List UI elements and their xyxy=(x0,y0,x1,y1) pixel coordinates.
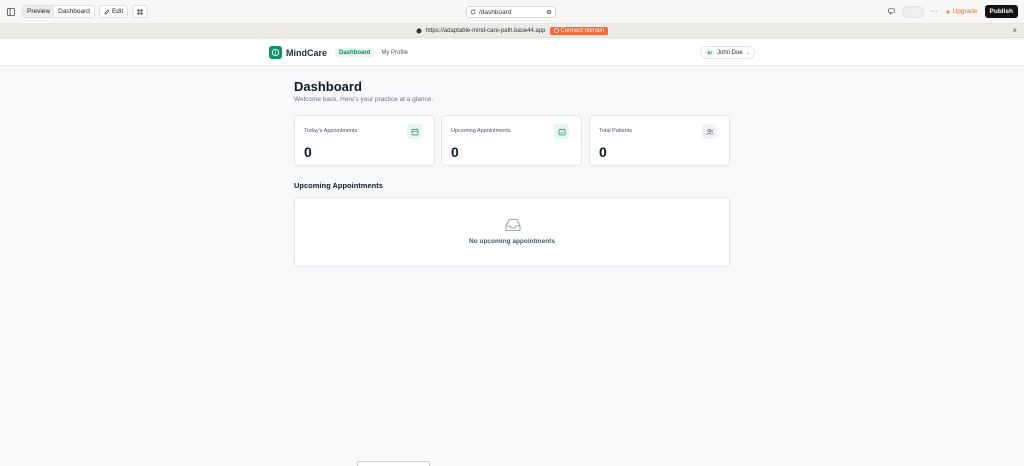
stat-card-upcoming: Upcoming Appointments 0 xyxy=(441,115,582,166)
app-url: https://adaptable-mind-care-path.base44.… xyxy=(425,27,546,34)
chat-icon[interactable] xyxy=(887,8,895,15)
sparkle-icon xyxy=(944,8,951,15)
calendar-check-icon xyxy=(554,124,569,139)
nav-my-profile[interactable]: My Profile xyxy=(377,48,412,58)
refresh-icon[interactable] xyxy=(470,9,476,15)
preview-tab[interactable]: Preview xyxy=(23,6,55,17)
page-url-input[interactable]: /dashboard xyxy=(466,6,556,18)
edit-label: Edit xyxy=(111,8,124,15)
stat-card-today: Today's Appointments 0 xyxy=(294,115,435,166)
grid-view-button[interactable] xyxy=(132,5,149,18)
stat-value: 0 xyxy=(451,144,459,160)
stat-value: 0 xyxy=(304,144,312,160)
inbox-icon xyxy=(505,219,521,231)
stat-label: Today's Appointments xyxy=(304,128,358,134)
link-icon xyxy=(553,28,559,33)
connect-domain-label: Connect domain xyxy=(560,27,605,34)
page-selector[interactable]: Dashboard xyxy=(54,6,94,17)
more-icon[interactable]: ··· xyxy=(931,8,938,15)
close-icon[interactable]: × xyxy=(1012,26,1017,35)
sidebar-toggle-icon[interactable] xyxy=(4,5,18,19)
avatar: JD xyxy=(705,48,714,57)
toolbar-right: ··· Upgrade Publish xyxy=(887,5,1018,18)
collaborators-avatar[interactable] xyxy=(901,5,924,18)
upcoming-appointments-panel: No upcoming appointments xyxy=(294,197,730,267)
app-header: MindCare Dashboard My Profile JD John Do… xyxy=(0,40,1024,66)
nav-dashboard[interactable]: Dashboard xyxy=(335,48,375,58)
url-path: /dashboard xyxy=(479,8,512,16)
brand-name: MindCare xyxy=(286,47,328,58)
user-name: John Doe xyxy=(717,49,743,56)
settings-icon[interactable] xyxy=(546,9,552,15)
domain-bar: https://adaptable-mind-care-path.base44.… xyxy=(0,24,1024,38)
upcoming-section-title: Upcoming Appointments xyxy=(294,181,383,190)
stat-label: Total Patients xyxy=(599,128,633,134)
main-nav: Dashboard My Profile xyxy=(335,48,412,58)
user-menu[interactable]: JD John Doe ⌄ xyxy=(700,46,755,59)
grid-icon xyxy=(137,9,143,14)
brain-icon xyxy=(269,46,282,59)
stat-card-patients: Total Patients 0 xyxy=(589,115,730,166)
users-icon xyxy=(702,124,717,139)
upgrade-label: Upgrade xyxy=(952,8,978,15)
page-title: Dashboard xyxy=(294,79,362,94)
bottom-panel-handle[interactable] xyxy=(357,461,430,466)
view-mode-toggle: Preview Dashboard xyxy=(22,5,95,18)
chevron-down-icon: ⌄ xyxy=(745,49,750,56)
stat-label: Upcoming Appointments xyxy=(451,128,511,134)
brand[interactable]: MindCare xyxy=(269,46,327,59)
empty-state-text: No upcoming appointments xyxy=(469,238,555,245)
calendar-icon xyxy=(407,124,422,139)
upgrade-button[interactable]: Upgrade xyxy=(944,8,978,15)
stat-value: 0 xyxy=(599,144,607,160)
globe-icon xyxy=(416,28,422,33)
page-subtitle: Welcome back. Here's your practice at a … xyxy=(294,96,434,103)
connect-domain-button[interactable]: Connect domain xyxy=(549,26,609,35)
publish-button[interactable]: Publish xyxy=(984,5,1018,18)
editor-toolbar: Preview Dashboard Edit /dashboard ··· Up… xyxy=(0,0,1024,24)
pencil-icon xyxy=(104,9,110,14)
edit-button[interactable]: Edit xyxy=(98,5,129,18)
